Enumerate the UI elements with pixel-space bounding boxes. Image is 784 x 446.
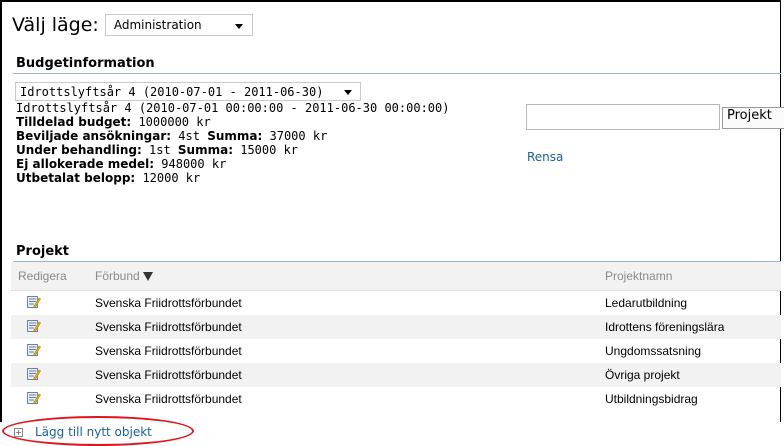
- mode-label: Välj läge:: [12, 14, 99, 36]
- budget-info: Idrottslyftsår 4 (2010-07-01 00:00:00 - …: [16, 101, 449, 185]
- unallocated-label: Ej allokerade medel:: [16, 157, 155, 171]
- period-select-value: Idrottslyftsår 4 (2010-07-01 - 2011-06-3…: [20, 84, 324, 99]
- org-cell: Svenska Friidrottsförbundet: [95, 315, 604, 339]
- approved-sum: 37000 kr: [262, 129, 328, 143]
- unallocated-value: 948000 kr: [154, 157, 227, 171]
- paid-label: Utbetalat belopp:: [16, 171, 136, 185]
- edit-icon[interactable]: [27, 391, 41, 404]
- period-select[interactable]: Idrottslyftsår 4 (2010-07-01 - 2011-06-3…: [15, 82, 361, 101]
- chevron-down-icon: [234, 24, 243, 29]
- budget-divider: [13, 73, 781, 74]
- table-row: Svenska Friidrottsförbundet Ledarutbildn…: [11, 291, 781, 316]
- org-cell: Svenska Friidrottsförbundet: [95, 363, 604, 387]
- project-name-cell: Idrottens föreningslära: [604, 315, 781, 339]
- edit-icon[interactable]: [27, 319, 41, 332]
- table-row: Svenska Friidrottsförbundet Idrottens fö…: [11, 315, 781, 339]
- column-header-name[interactable]: Projektnamn: [604, 262, 781, 291]
- project-name-cell: Ledarutbildning: [605, 296, 688, 310]
- approved-sum-label: Summa:: [207, 129, 263, 143]
- edit-icon[interactable]: [27, 367, 41, 380]
- project-search-button[interactable]: Projekt: [722, 107, 784, 129]
- allocated-label: Tilldelad budget:: [16, 115, 132, 129]
- pending-line: Under behandling: 1st Summa: 15000 kr: [16, 143, 449, 157]
- projects-section-title: Projekt: [16, 244, 70, 259]
- table-row: Svenska Friidrottsförbundet Övriga proje…: [11, 363, 781, 387]
- pending-count: 1st: [141, 143, 178, 157]
- mode-select[interactable]: Administration: [104, 14, 253, 36]
- pending-label: Under behandling:: [16, 143, 142, 157]
- table-header-row: Redigera Förbund Projektnamn: [11, 262, 781, 291]
- clear-link[interactable]: Rensa: [527, 150, 563, 164]
- unallocated-line: Ej allokerade medel: 948000 kr: [16, 157, 449, 171]
- org-cell: Svenska Friidrottsförbundet: [95, 344, 242, 358]
- approved-count: 4st: [171, 129, 208, 143]
- org-cell: Svenska Friidrottsförbundet: [95, 296, 242, 310]
- table-row: Svenska Friidrottsförbundet Ungdomssatsn…: [11, 339, 781, 363]
- paid-line: Utbetalat belopp: 12000 kr: [16, 171, 449, 185]
- edit-cell: [11, 291, 95, 316]
- mode-select-value: Administration: [113, 18, 202, 32]
- edit-icon[interactable]: [27, 295, 41, 308]
- project-name-cell: Ungdomssatsning: [605, 344, 702, 358]
- column-header-org-label: Förbund: [95, 269, 140, 283]
- column-header-org[interactable]: Förbund: [95, 262, 604, 291]
- allocated-value: 1000000 kr: [131, 115, 211, 129]
- edit-cell: [11, 315, 95, 339]
- edit-cell: [11, 363, 95, 387]
- filter-icon[interactable]: [142, 272, 153, 281]
- project-name-cell: Utbildningsbidrag: [605, 392, 698, 406]
- chevron-down-icon: [344, 90, 352, 95]
- org-cell: Svenska Friidrottsförbundet: [95, 392, 242, 406]
- pending-sum: 15000 kr: [233, 143, 299, 157]
- pending-sum-label: Summa:: [177, 143, 233, 157]
- edit-cell: [11, 339, 95, 363]
- table-row: Svenska Friidrottsförbundet Utbildningsb…: [11, 387, 781, 411]
- approved-line: Beviljade ansökningar: 4st Summa: 37000 …: [16, 129, 449, 143]
- paid-value: 12000 kr: [135, 171, 201, 185]
- budget-section-title: Budgetinformation: [16, 56, 155, 71]
- edit-icon[interactable]: [27, 343, 41, 356]
- approved-label: Beviljade ansökningar:: [16, 129, 172, 143]
- edit-cell: [11, 387, 95, 411]
- highlight-oval: [2, 416, 194, 446]
- mode-row: Välj läge: Administration: [12, 14, 253, 36]
- project-search-input[interactable]: [526, 104, 720, 130]
- projects-table: Redigera Förbund Projektnamn Svenska Fri…: [11, 262, 781, 411]
- column-header-edit: Redigera: [11, 262, 95, 291]
- project-name-cell: Övriga projekt: [604, 363, 781, 387]
- allocated-line: Tilldelad budget: 1000000 kr: [16, 115, 449, 129]
- period-full-text: Idrottslyftsår 4 (2010-07-01 00:00:00 - …: [16, 101, 450, 115]
